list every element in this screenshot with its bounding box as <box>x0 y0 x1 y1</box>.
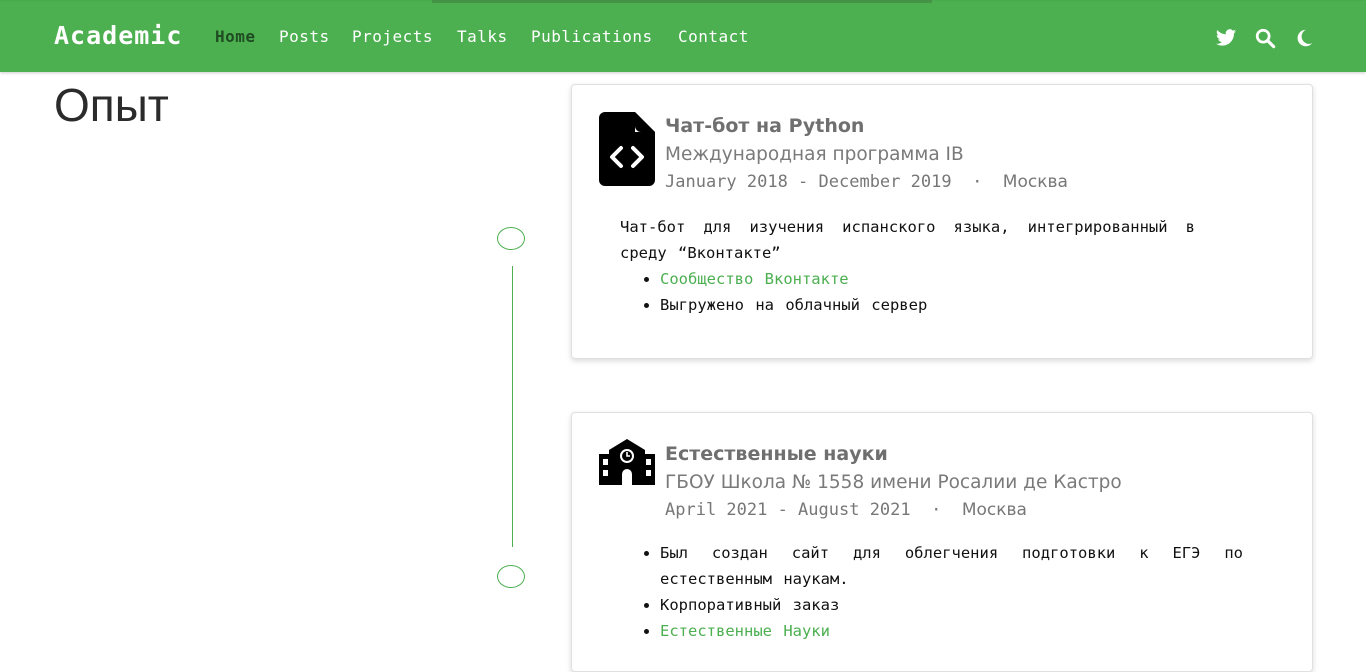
nav-projects[interactable]: Projects <box>352 27 433 46</box>
experience-description: Чат-бот для изучения испанского языка, и… <box>620 214 1195 318</box>
description-text: Чат-бот для изучения испанского языка, и… <box>620 218 1195 262</box>
brand-logo[interactable]: Academic <box>54 21 182 50</box>
nav-posts[interactable]: Posts <box>279 27 330 46</box>
list-item[interactable]: Естественные Науки <box>660 618 1243 644</box>
navbar: Academic Home Posts Projects Talks Publi… <box>0 1 1366 72</box>
experience-organization: Международная программа IB <box>665 144 964 165</box>
experience-meta: April 2021 - August 2021 · Москва <box>665 500 1027 520</box>
experience-card: Чат-бот на Python Международная программ… <box>571 84 1313 359</box>
timeline-node <box>497 227 525 250</box>
experience-card: Естественные науки ГБОУ Школа № 1558 име… <box>571 412 1313 672</box>
school-icon <box>599 439 655 487</box>
nav-talks[interactable]: Talks <box>457 27 508 46</box>
experience-dates: April 2021 - August 2021 <box>665 500 911 520</box>
nav-home[interactable]: Home <box>215 27 256 46</box>
experience-organization: ГБОУ Школа № 1558 имени Росалии де Кастр… <box>665 472 1122 493</box>
experience-description: Был создан сайт для облегчения подготовк… <box>620 540 1243 644</box>
list-item: Корпоративный заказ <box>660 592 1243 618</box>
file-code-icon <box>599 112 655 186</box>
experience-location: Москва <box>1002 172 1068 192</box>
timeline-node <box>497 565 525 588</box>
moon-icon[interactable] <box>1293 27 1315 49</box>
timeline-line <box>512 266 513 547</box>
vk-community-link[interactable]: Сообщество Вконтакте <box>660 270 849 288</box>
natural-sciences-link[interactable]: Естественные Науки <box>660 622 830 640</box>
experience-title: Естественные науки <box>665 443 888 465</box>
twitter-icon[interactable] <box>1215 27 1237 49</box>
page-title: Опыт <box>54 79 169 131</box>
experience-location: Москва <box>961 500 1027 520</box>
list-item: Выгружено на облачный сервер <box>660 292 1195 318</box>
list-item: Был создан сайт для облегчения подготовк… <box>660 540 1243 592</box>
nav-publications[interactable]: Publications <box>531 27 653 46</box>
bullet-list: Сообщество Вконтакте Выгружено на облачн… <box>620 266 1195 318</box>
experience-meta: January 2018 - December 2019 · Москва <box>665 172 1068 192</box>
nav-contact[interactable]: Contact <box>678 27 749 46</box>
experience-dates: January 2018 - December 2019 <box>665 172 952 192</box>
meta-separator: · <box>972 172 983 192</box>
top-shadow <box>432 0 932 3</box>
meta-separator: · <box>931 500 942 520</box>
bullet-list: Был создан сайт для облегчения подготовк… <box>620 540 1243 644</box>
search-icon[interactable] <box>1254 27 1276 49</box>
experience-title: Чат-бот на Python <box>665 115 865 137</box>
list-item[interactable]: Сообщество Вконтакте <box>660 266 1195 292</box>
